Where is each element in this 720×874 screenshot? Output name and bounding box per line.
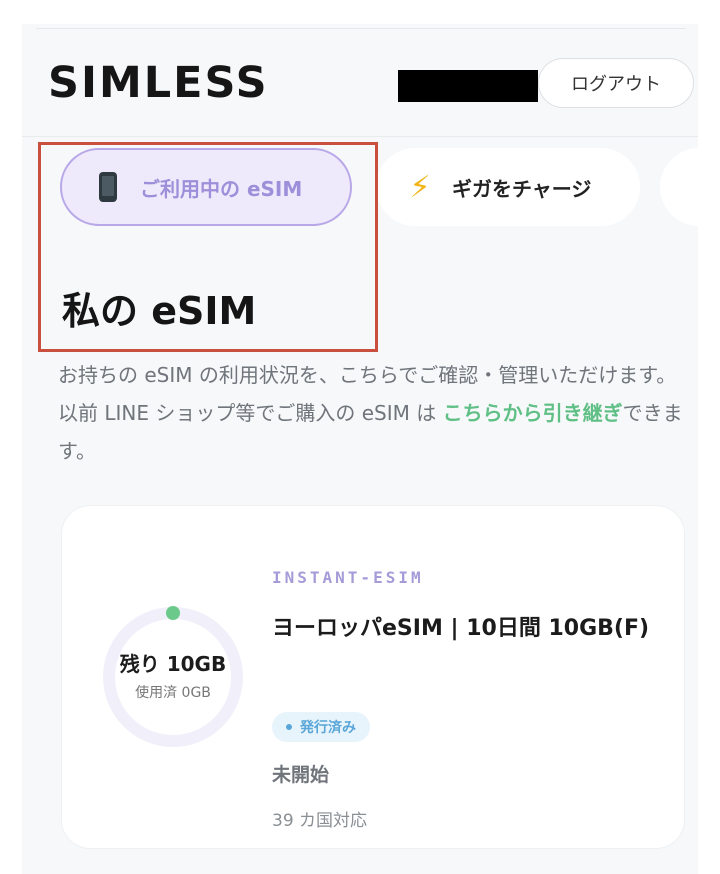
- esim-card[interactable]: 残り 10GB 使用済 0GB INSTANT-ESIM ヨーロッパeSIM |…: [62, 506, 684, 848]
- usage-gauge-track: [103, 607, 243, 747]
- transfer-esim-link[interactable]: こちらから引き継ぎ: [443, 401, 623, 425]
- page-title: 私の eSIM: [62, 289, 257, 333]
- tab-my-esim-label: ご利用中の eSIM: [140, 176, 303, 201]
- tab-more-partial[interactable]: [660, 148, 698, 226]
- status-dot-icon: [286, 724, 292, 730]
- page-description: お持ちの eSIM の利用状況を、こちらでご確認・管理いただけます。 以前 LI…: [58, 356, 688, 470]
- usage-gauge-indicator: [166, 606, 180, 620]
- product-type: INSTANT-ESIM: [272, 568, 424, 587]
- main-panel: SIMLESS ログアウト ご利用中の eSIM ⚡ ギガをチャージ 私の eS…: [22, 24, 698, 874]
- product-name: ヨーロッパeSIM | 10日間 10GB(F): [272, 616, 650, 641]
- activation-status: 未開始: [272, 764, 330, 786]
- tab-bar: ご利用中の eSIM ⚡ ギガをチャージ: [22, 136, 698, 246]
- logout-button[interactable]: ログアウト: [538, 58, 694, 108]
- app-frame: SIMLESS ログアウト ご利用中の eSIM ⚡ ギガをチャージ 私の eS…: [0, 0, 720, 874]
- lightning-bolt-icon: ⚡: [409, 169, 431, 205]
- remaining-data: 残り 10GB: [119, 652, 227, 676]
- header: SIMLESS ログアウト: [22, 24, 698, 137]
- tab-charge-giga[interactable]: ⚡ ギガをチャージ: [376, 148, 640, 226]
- status-badge: 発行済み: [272, 712, 370, 742]
- supported-countries: 39 カ国対応: [272, 811, 368, 831]
- status-badge-label: 発行済み: [300, 720, 356, 736]
- tab-charge-giga-label: ギガをチャージ: [452, 176, 592, 201]
- header-divider: [36, 28, 686, 29]
- redacted-user-info: [398, 70, 538, 102]
- used-data: 使用済 0GB: [135, 685, 211, 701]
- usage-gauge: [103, 606, 243, 747]
- mobile-phone-icon: [90, 169, 126, 205]
- tab-my-esim[interactable]: ご利用中の eSIM: [60, 148, 352, 226]
- brand-logo[interactable]: SIMLESS: [48, 58, 269, 108]
